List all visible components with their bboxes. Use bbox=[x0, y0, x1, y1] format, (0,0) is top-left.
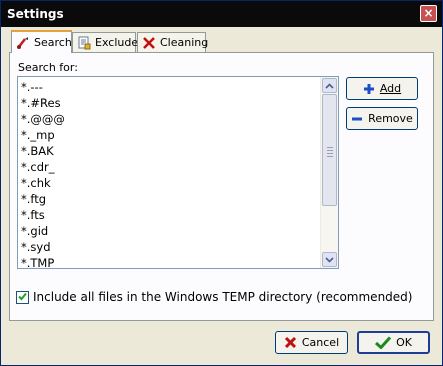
list-item[interactable]: *.chk bbox=[21, 175, 65, 191]
tab-exclude[interactable]: Exclude bbox=[72, 32, 139, 52]
chevron-down-icon bbox=[325, 253, 334, 266]
cancel-button-label: Cancel bbox=[301, 336, 340, 349]
grip-icon bbox=[327, 147, 333, 159]
include-temp-option[interactable]: Include all files in the Windows TEMP di… bbox=[16, 290, 412, 304]
ok-button-label: OK bbox=[396, 336, 412, 349]
remove-button[interactable]: Remove bbox=[346, 107, 418, 130]
list-item[interactable]: *.BAK bbox=[21, 143, 65, 159]
settings-window: Settings × Search Exclude Cleaning Searc… bbox=[0, 0, 443, 366]
search-for-label: Search for: bbox=[18, 61, 78, 74]
search-patterns-listbox[interactable]: *.--- *.#Res *.@@@ *._mp *.BAK *.cdr_ *.… bbox=[17, 76, 339, 269]
add-button-label: Add bbox=[379, 82, 402, 95]
tab-search-label: Search bbox=[34, 36, 72, 49]
search-tab-panel: Search for: *.--- *.#Res *.@@@ *._mp *.B… bbox=[9, 52, 434, 321]
list-item[interactable]: *._mp bbox=[21, 127, 65, 143]
close-button[interactable]: × bbox=[420, 5, 437, 22]
cancel-button[interactable]: Cancel bbox=[275, 331, 348, 354]
vertical-scrollbar[interactable] bbox=[320, 77, 338, 268]
include-temp-checkbox[interactable] bbox=[16, 290, 29, 304]
list-item[interactable]: *.gid bbox=[21, 223, 65, 239]
close-icon: × bbox=[423, 6, 434, 20]
checkmark-icon bbox=[18, 291, 27, 304]
list-item[interactable]: *.ftg bbox=[21, 191, 65, 207]
scroll-thumb[interactable] bbox=[322, 94, 337, 206]
list-item[interactable]: *.#Res bbox=[21, 95, 65, 111]
cleaning-x-icon bbox=[142, 36, 156, 50]
tab-exclude-label: Exclude bbox=[95, 36, 139, 49]
plus-icon bbox=[363, 83, 375, 95]
scroll-up-button[interactable] bbox=[322, 78, 337, 93]
list-item[interactable]: *.TMP bbox=[21, 255, 65, 268]
tab-cleaning-label: Cleaning bbox=[160, 36, 209, 49]
exclude-icon bbox=[77, 36, 91, 50]
include-temp-label: Include all files in the Windows TEMP di… bbox=[33, 290, 413, 304]
list-item[interactable]: *.cdr_ bbox=[21, 159, 65, 175]
ok-check-icon bbox=[375, 336, 392, 349]
search-icon bbox=[16, 36, 30, 50]
tab-search[interactable]: Search bbox=[11, 30, 72, 53]
scroll-down-button[interactable] bbox=[322, 252, 337, 267]
list-item[interactable]: *.@@@ bbox=[21, 111, 65, 127]
list-item[interactable]: *.--- bbox=[21, 79, 65, 95]
minus-icon bbox=[351, 113, 363, 125]
ok-button[interactable]: OK bbox=[357, 331, 430, 354]
remove-button-label: Remove bbox=[368, 112, 413, 125]
add-button[interactable]: Add bbox=[346, 77, 418, 100]
pattern-list: *.--- *.#Res *.@@@ *._mp *.BAK *.cdr_ *.… bbox=[21, 79, 65, 268]
list-item[interactable]: *.fts bbox=[21, 207, 65, 223]
window-title: Settings bbox=[7, 7, 64, 21]
list-item[interactable]: *.syd bbox=[21, 239, 65, 255]
chevron-up-icon bbox=[325, 79, 334, 92]
title-bar[interactable]: Settings × bbox=[1, 1, 442, 27]
cancel-x-icon bbox=[284, 336, 297, 349]
tab-cleaning[interactable]: Cleaning bbox=[137, 32, 209, 52]
